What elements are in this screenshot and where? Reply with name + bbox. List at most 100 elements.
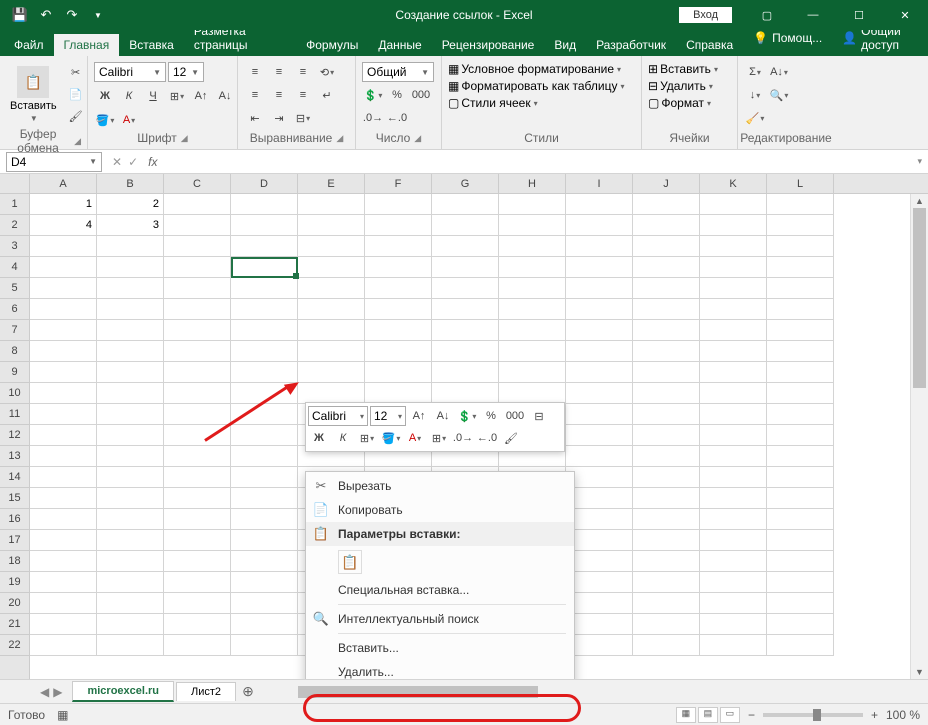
- cell[interactable]: [566, 530, 633, 551]
- mt-fill-color-icon[interactable]: 🪣▾: [380, 428, 402, 448]
- mt-grow-font-icon[interactable]: A↑: [408, 406, 430, 426]
- cell[interactable]: [97, 446, 164, 467]
- fx-icon[interactable]: fx: [148, 155, 165, 169]
- col-header[interactable]: J: [633, 174, 700, 193]
- cell[interactable]: [767, 509, 834, 530]
- cell[interactable]: [30, 278, 97, 299]
- cell[interactable]: [97, 362, 164, 383]
- view-normal-icon[interactable]: ▦: [676, 707, 696, 723]
- cell[interactable]: [298, 341, 365, 362]
- cell[interactable]: [432, 194, 499, 215]
- cell[interactable]: [164, 488, 231, 509]
- font-size-combo[interactable]: 12▼: [168, 62, 204, 82]
- row-header[interactable]: 17: [0, 530, 29, 551]
- comma-icon[interactable]: 000: [410, 85, 432, 105]
- cell[interactable]: [700, 257, 767, 278]
- cell[interactable]: [164, 257, 231, 278]
- cell[interactable]: [164, 320, 231, 341]
- cell[interactable]: [298, 299, 365, 320]
- cell[interactable]: [231, 299, 298, 320]
- cell[interactable]: [231, 635, 298, 656]
- cell[interactable]: [700, 446, 767, 467]
- mt-merge-icon[interactable]: ⊟: [528, 406, 550, 426]
- cell[interactable]: [231, 509, 298, 530]
- cell[interactable]: [30, 572, 97, 593]
- align-center-icon[interactable]: ≡: [268, 85, 290, 105]
- row-header[interactable]: 19: [0, 572, 29, 593]
- cell[interactable]: [231, 572, 298, 593]
- cell[interactable]: [231, 341, 298, 362]
- cell[interactable]: [767, 488, 834, 509]
- cell[interactable]: [700, 341, 767, 362]
- cell[interactable]: 1: [30, 194, 97, 215]
- row-header[interactable]: 16: [0, 509, 29, 530]
- tab-file[interactable]: Файл: [4, 34, 54, 56]
- cell[interactable]: [633, 341, 700, 362]
- cell[interactable]: [97, 530, 164, 551]
- cell[interactable]: [298, 236, 365, 257]
- cell[interactable]: [231, 446, 298, 467]
- col-header[interactable]: H: [499, 174, 566, 193]
- autosum-icon[interactable]: Σ▾: [744, 62, 766, 82]
- sheet-tab-2[interactable]: Лист2: [176, 682, 236, 701]
- paste-button[interactable]: 📋 Вставить ▼: [6, 62, 61, 127]
- cell[interactable]: [700, 215, 767, 236]
- col-header[interactable]: E: [298, 174, 365, 193]
- cell[interactable]: [365, 383, 432, 404]
- row-header[interactable]: 9: [0, 362, 29, 383]
- cancel-formula-icon[interactable]: ✕: [112, 155, 122, 169]
- col-header[interactable]: G: [432, 174, 499, 193]
- maximize-icon[interactable]: ☐: [836, 0, 882, 30]
- cell[interactable]: [231, 236, 298, 257]
- row-header[interactable]: 6: [0, 299, 29, 320]
- cell[interactable]: [30, 467, 97, 488]
- cell[interactable]: [30, 383, 97, 404]
- mt-border-icon[interactable]: ⊞▾: [356, 428, 378, 448]
- cell[interactable]: [432, 278, 499, 299]
- cell[interactable]: [767, 341, 834, 362]
- mt-percent-icon[interactable]: %: [480, 406, 502, 426]
- cell[interactable]: [767, 299, 834, 320]
- cell[interactable]: [164, 614, 231, 635]
- cell[interactable]: [566, 299, 633, 320]
- cell[interactable]: [566, 551, 633, 572]
- border-button[interactable]: ⊞▾: [166, 86, 188, 106]
- cell[interactable]: [633, 635, 700, 656]
- new-sheet-button[interactable]: ⊕: [238, 683, 258, 700]
- font-grow-icon[interactable]: A↑: [190, 86, 212, 106]
- sort-filter-icon[interactable]: A↓▾: [768, 62, 790, 82]
- cell[interactable]: [499, 236, 566, 257]
- mt-grid-icon[interactable]: ⊞▾: [428, 428, 450, 448]
- currency-icon[interactable]: 💲▾: [362, 85, 384, 105]
- cell[interactable]: [97, 383, 164, 404]
- cell[interactable]: [298, 383, 365, 404]
- cell[interactable]: [566, 572, 633, 593]
- delete-cells-button[interactable]: ⊟ Удалить ▾: [648, 79, 718, 93]
- view-page-break-icon[interactable]: ▭: [720, 707, 740, 723]
- cell[interactable]: [767, 215, 834, 236]
- cell[interactable]: [633, 425, 700, 446]
- cell[interactable]: [97, 635, 164, 656]
- ribbon-display-icon[interactable]: ▢: [744, 0, 790, 30]
- bold-button[interactable]: Ж: [94, 86, 116, 106]
- cell[interactable]: [365, 320, 432, 341]
- cell[interactable]: [633, 593, 700, 614]
- cell[interactable]: [566, 593, 633, 614]
- paste-option-button[interactable]: 📋: [338, 550, 362, 574]
- format-as-table-button[interactable]: ▦ Форматировать как таблицу ▾: [448, 79, 635, 93]
- view-page-layout-icon[interactable]: ▤: [698, 707, 718, 723]
- cell[interactable]: [231, 215, 298, 236]
- cell[interactable]: [164, 551, 231, 572]
- row-header[interactable]: 20: [0, 593, 29, 614]
- merge-button[interactable]: ⊟▾: [292, 108, 314, 128]
- col-header[interactable]: K: [700, 174, 767, 193]
- cell[interactable]: [30, 299, 97, 320]
- cell[interactable]: [499, 299, 566, 320]
- formula-bar[interactable]: [165, 152, 911, 172]
- scroll-down-icon[interactable]: ▼: [911, 665, 928, 679]
- cell[interactable]: [566, 362, 633, 383]
- cell[interactable]: [231, 593, 298, 614]
- cell[interactable]: [164, 383, 231, 404]
- tab-view[interactable]: Вид: [544, 34, 586, 56]
- copy-icon[interactable]: 📄: [65, 84, 87, 104]
